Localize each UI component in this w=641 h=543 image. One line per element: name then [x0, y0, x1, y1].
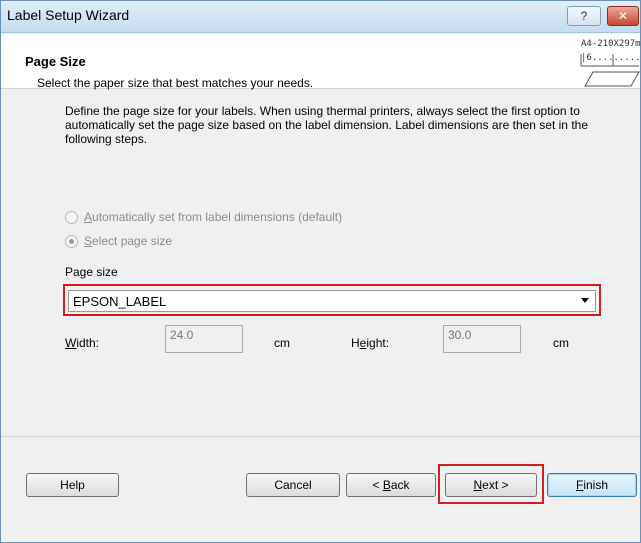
cancel-button[interactable]: Cancel: [246, 473, 340, 497]
next-button[interactable]: Next >: [445, 473, 537, 497]
wizard-header: Page Size Select the paper size that bes…: [1, 34, 641, 90]
title-help-button[interactable]: ?: [567, 6, 601, 26]
height-unit: cm: [553, 336, 569, 350]
close-icon: ✕: [617, 9, 629, 23]
page-size-value: EPSON_LABEL: [73, 293, 167, 309]
question-icon: ?: [580, 9, 588, 23]
page-size-highlight: EPSON_LABEL: [63, 284, 601, 316]
radio-select-label: Select page size: [84, 234, 173, 248]
footer-separator: [1, 436, 640, 437]
window-title: Label Setup Wizard: [7, 7, 130, 23]
height-value: 30.0: [448, 328, 472, 342]
cancel-button-label: Cancel: [274, 478, 312, 492]
finish-button-label: Finish: [575, 478, 609, 492]
radio-auto[interactable]: [65, 210, 78, 224]
radio-auto-option[interactable]: Automatically set from label dimensions …: [65, 210, 342, 224]
back-button[interactable]: < Back: [346, 473, 436, 497]
ruler-icon: A4-210X297m |6.........|8.: [579, 39, 641, 87]
title-bar: Label Setup Wizard ? ✕: [1, 1, 640, 33]
wizard-content: Define the page size for your labels. Wh…: [1, 90, 640, 437]
width-unit: cm: [274, 336, 290, 350]
radio-select-option[interactable]: Select page size: [65, 234, 172, 248]
description-text: Define the page size for your labels. Wh…: [65, 104, 588, 146]
help-button-label: Help: [60, 478, 85, 492]
page-subtitle: Select the paper size that best matches …: [37, 76, 314, 90]
width-label: Width:: [65, 336, 100, 350]
back-button-label: < Back: [372, 478, 410, 492]
width-value: 24.0: [170, 328, 194, 342]
wizard-window: Label Setup Wizard ? ✕ Page Size Select …: [0, 0, 641, 543]
help-button[interactable]: Help: [26, 473, 119, 497]
chevron-down-icon: [581, 298, 589, 303]
height-field[interactable]: 30.0: [443, 325, 521, 353]
radio-select[interactable]: [65, 234, 78, 248]
width-field[interactable]: 24.0: [165, 325, 243, 353]
finish-button[interactable]: Finish: [547, 473, 637, 497]
next-button-label: Next >: [473, 478, 509, 492]
page-size-dropdown[interactable]: EPSON_LABEL: [68, 290, 596, 312]
page-title: Page Size: [25, 54, 86, 69]
close-button[interactable]: ✕: [607, 6, 639, 26]
height-label: Height:: [351, 336, 390, 350]
page-size-label: Page size: [65, 265, 118, 279]
radio-auto-label: Automatically set from label dimensions …: [84, 210, 343, 224]
